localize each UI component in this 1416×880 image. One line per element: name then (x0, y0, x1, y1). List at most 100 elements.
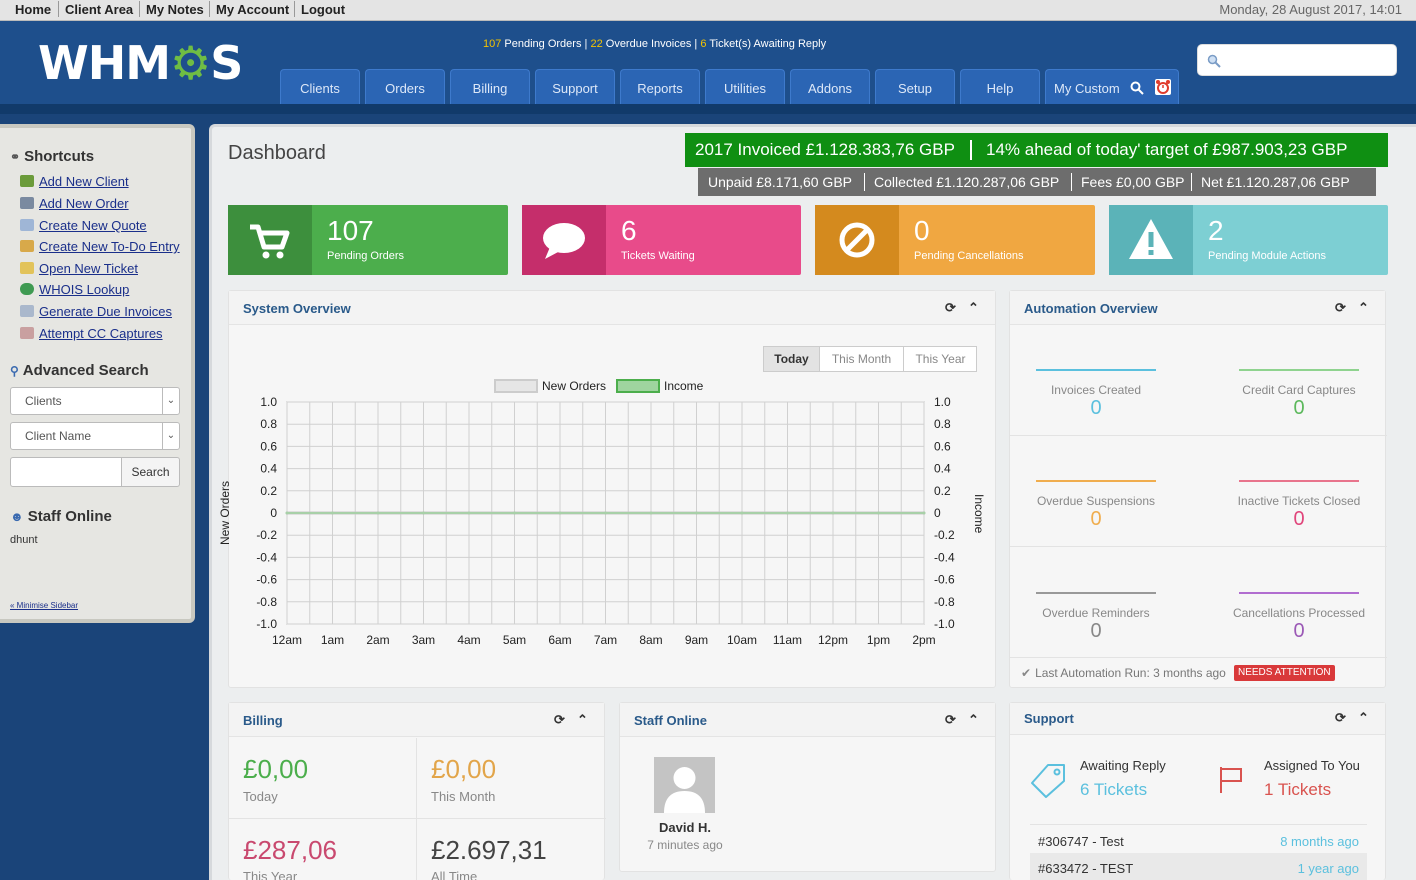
staff-online-panel: Staff Online ⟳ ⌃ David H. 7 minutes ago (619, 702, 996, 872)
y2-tick-label: -1.0 (934, 617, 955, 631)
y2-tick-label: 0.8 (934, 417, 951, 431)
assigned-count[interactable]: 1 Tickets (1264, 780, 1331, 800)
x-tick-label: 1pm (867, 633, 890, 647)
y-tick-label: 0.4 (260, 462, 277, 476)
y-tick-label: 0.2 (260, 484, 277, 498)
divider (1010, 546, 1387, 547)
data-point (422, 511, 425, 515)
refresh-icon[interactable]: ⟳ (1335, 300, 1346, 316)
x-tick-label: 2am (366, 633, 389, 647)
needs-attention-badge[interactable]: NEEDS ATTENTION (1234, 665, 1335, 681)
x-tick-label: 2pm (912, 633, 935, 647)
y-tick-label: -0.8 (256, 595, 277, 609)
billing-month-label: This Month (431, 789, 496, 804)
x-tick-label: 6am (548, 633, 571, 647)
y-tick-label: 0.8 (260, 417, 277, 431)
y-tick-label: 0.6 (260, 439, 277, 453)
billing-month-value: £0,00 (431, 754, 497, 784)
ticket-time: 1 year ago (1297, 861, 1359, 876)
support-panel: Support ⟳ ⌃ Awaiting Reply 6 Tickets Ass… (1009, 702, 1386, 880)
y-tick-label: 0 (270, 506, 277, 520)
panel-header (229, 703, 604, 737)
x-tick-label: 4am (457, 633, 480, 647)
ticket-id[interactable]: #306747 - Test (1038, 834, 1124, 849)
data-point (877, 511, 880, 515)
awaiting-reply-count[interactable]: 6 Tickets (1080, 780, 1147, 800)
billing-year-value: £287,06 (243, 835, 337, 865)
chevron-up-icon[interactable]: ⌃ (1358, 300, 1369, 316)
data-point (695, 511, 698, 515)
avatar[interactable] (654, 757, 715, 813)
awaiting-reply-label: Awaiting Reply (1080, 758, 1166, 773)
y-tick-label: -0.2 (256, 528, 277, 542)
panel-title: Staff Online (634, 713, 707, 728)
divider (1010, 435, 1387, 436)
x-tick-label: 5am (503, 633, 526, 647)
x-tick-label: 10am (727, 633, 757, 647)
y2-axis-label: Income (972, 494, 986, 534)
data-point (786, 511, 789, 515)
data-point (558, 511, 562, 515)
data-point (740, 511, 744, 515)
x-tick-label: 7am (594, 633, 617, 647)
y-tick-label: -0.6 (256, 573, 277, 587)
panel-title: Support (1024, 711, 1074, 726)
flag-icon (1220, 767, 1242, 793)
tag-icon (1031, 764, 1065, 798)
chevron-up-icon[interactable]: ⌃ (968, 712, 979, 728)
data-point (831, 511, 835, 515)
x-tick-label: 8am (639, 633, 662, 647)
divider (229, 818, 606, 819)
x-tick-label: 11am (773, 633, 802, 647)
staff-member-time: 7 minutes ago (647, 838, 723, 852)
y2-tick-label: 1.0 (934, 395, 951, 409)
x-tick-label: 1am (321, 633, 344, 647)
check-circle-icon: ✔ (1021, 666, 1032, 680)
billing-year-label: This Year (243, 869, 298, 880)
billing-all-label: All Time (431, 869, 478, 880)
y2-tick-label: -0.4 (934, 550, 955, 564)
y2-tick-label: -0.6 (934, 573, 955, 587)
last-automation-run: ✔ Last Automation Run: 3 months ago (1021, 666, 1226, 680)
panel-title: Billing (243, 713, 283, 728)
data-point (649, 511, 653, 515)
y-tick-label: -0.4 (256, 550, 277, 564)
refresh-icon[interactable]: ⟳ (945, 712, 956, 728)
y2-tick-label: 0.2 (934, 484, 951, 498)
y-axis-label: New Orders (218, 480, 232, 545)
divider (416, 738, 417, 880)
ticket-row[interactable]: #306747 - Test 8 months ago (1030, 824, 1367, 852)
assigned-label: Assigned To You (1264, 758, 1360, 773)
data-point (513, 511, 516, 515)
ticket-time: 8 months ago (1280, 834, 1359, 849)
refresh-icon[interactable]: ⟳ (1335, 710, 1346, 726)
data-point (331, 511, 334, 515)
panel-title: Automation Overview (1024, 301, 1158, 316)
ticket-row[interactable]: #633472 - TEST 1 year ago (1030, 853, 1367, 880)
data-point (285, 511, 289, 515)
chevron-up-icon[interactable]: ⌃ (1358, 710, 1369, 726)
x-tick-label: 12pm (818, 633, 848, 647)
y-tick-label: 1.0 (260, 395, 277, 409)
x-tick-label: 12am (272, 633, 302, 647)
data-point (467, 511, 471, 515)
y2-tick-label: 0.4 (934, 462, 951, 476)
data-point (376, 511, 380, 515)
staff-member-name[interactable]: David H. (620, 820, 750, 835)
ticket-id[interactable]: #633472 - TEST (1038, 861, 1133, 876)
refresh-icon[interactable]: ⟳ (554, 712, 565, 728)
billing-panel: Billing ⟳ ⌃ £0,00 Today £0,00 This Month… (228, 702, 606, 880)
data-point (922, 511, 926, 515)
billing-all-value: £2.697,31 (431, 835, 547, 865)
y2-tick-label: 0.6 (934, 439, 951, 453)
y2-tick-label: -0.8 (934, 595, 955, 609)
billing-today-value: £0,00 (243, 754, 309, 784)
billing-today-label: Today (243, 789, 278, 804)
y2-tick-label: 0 (934, 506, 941, 520)
data-point (604, 511, 607, 515)
divider (1010, 657, 1387, 658)
x-tick-label: 3am (412, 633, 435, 647)
chevron-up-icon[interactable]: ⌃ (577, 712, 588, 728)
y-tick-label: -1.0 (256, 617, 277, 631)
x-tick-label: 9am (685, 633, 708, 647)
